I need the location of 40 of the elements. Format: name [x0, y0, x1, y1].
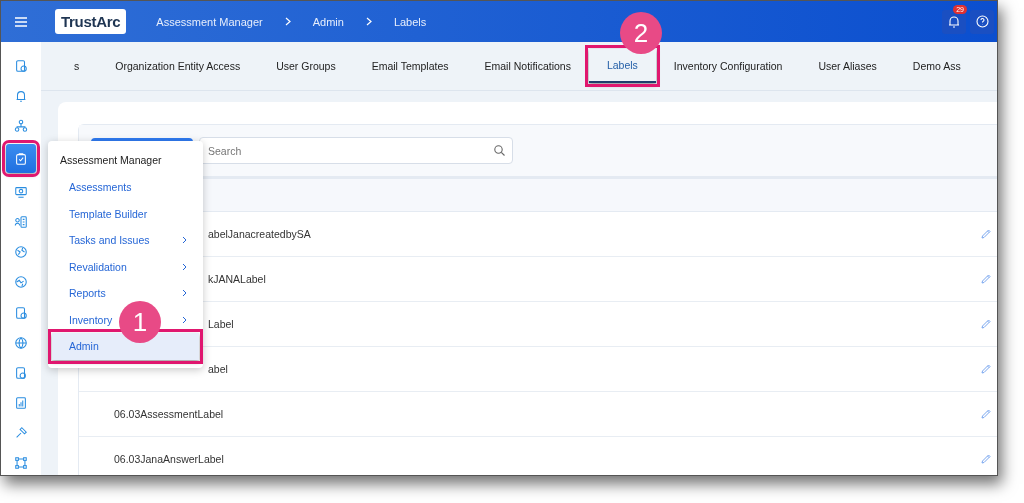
chevron-icon [284, 17, 291, 26]
chevron-icon [182, 236, 187, 245]
menu-title: Assessment Manager [60, 154, 162, 166]
tab[interactable]: Email Templates [353, 50, 467, 82]
table-cell: 06.03AssessmentLabel [114, 408, 224, 420]
edit-icon[interactable] [981, 319, 991, 329]
breadcrumb-item[interactable]: Admin [312, 15, 344, 28]
breadcrumb-item[interactable]: Labels [393, 15, 427, 28]
chevron-icon [365, 17, 372, 26]
edit-icon[interactable] [981, 409, 991, 419]
table-cell: abel [208, 363, 228, 375]
edit-icon[interactable] [981, 274, 991, 284]
help-icon [975, 15, 989, 28]
menu-item[interactable]: Assessments [52, 174, 199, 201]
tab[interactable]: s [56, 50, 98, 82]
table-cell: kJANALabel [208, 273, 266, 285]
search-field[interactable]: Search [199, 137, 513, 164]
menu-item[interactable]: Revalidation [52, 253, 199, 280]
chevron-icon [182, 315, 187, 324]
table-cell: abelJanacreatedbySA [208, 228, 311, 240]
tab[interactable]: Organization Entity Access [97, 50, 259, 82]
edit-icon[interactable] [981, 364, 991, 374]
table-cell: Label [208, 318, 234, 330]
tab[interactable]: Demo Ass [894, 50, 979, 82]
tab[interactable]: User Groups [258, 50, 354, 82]
menu-item[interactable]: Tasks and Issues [52, 227, 199, 254]
menu-item[interactable]: Template Builder [52, 200, 199, 227]
chevron-icon [182, 289, 187, 298]
menu-icon[interactable] [15, 16, 27, 27]
tab[interactable]: Email Notifications [466, 50, 589, 82]
tab[interactable]: User Aliases [800, 50, 895, 82]
chevron-icon [182, 262, 187, 271]
table-cell: 06.03JanaAnswerLabel [114, 453, 224, 465]
edit-icon[interactable] [981, 454, 991, 464]
search-icon [494, 145, 505, 156]
logo[interactable]: TrustArc [55, 9, 127, 34]
edit-icon[interactable] [981, 229, 991, 239]
breadcrumb-item[interactable]: Assessment Manager [156, 15, 263, 28]
bell-icon [948, 15, 960, 28]
help-button[interactable] [970, 9, 994, 34]
